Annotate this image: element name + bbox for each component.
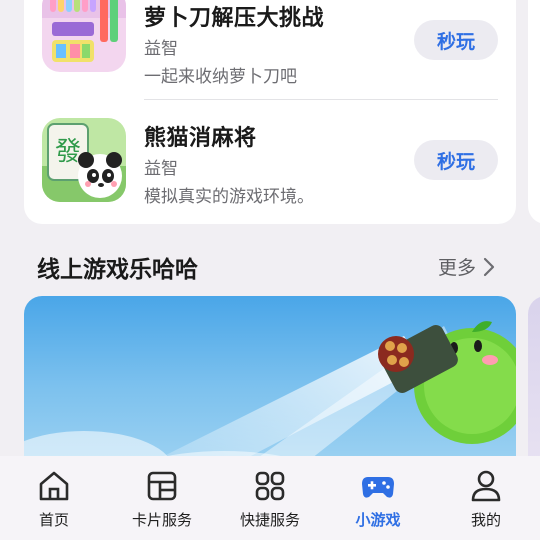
instant-play-button[interactable]: 秒玩 (414, 20, 498, 60)
svg-text:發: 發 (55, 137, 81, 167)
tab-label: 我的 (470, 511, 501, 529)
game-title: 熊猫消麻将 (144, 126, 257, 151)
chevron-right-icon (483, 257, 495, 276)
next-card-peek[interactable] (528, 0, 540, 224)
game-item-radish-knife[interactable]: 萝卜刀解压大挑战 益智 一起来收纳萝卜刀吧 秒玩 (24, 0, 516, 100)
tab-quick-services[interactable]: 快捷服务 (220, 468, 320, 530)
tab-card-services[interactable]: 卡片服务 (112, 468, 212, 530)
game-category: 益智 (144, 159, 178, 179)
tab-me[interactable]: 我的 (436, 468, 536, 530)
person-icon (471, 470, 501, 502)
tab-label: 快捷服务 (239, 511, 300, 529)
section-title: 线上游戏乐哈哈 (37, 257, 198, 283)
instant-play-button[interactable]: 秒玩 (414, 140, 498, 180)
more-link[interactable]: 更多 (438, 253, 496, 280)
game-item-panda-mahjong[interactable]: 發 熊猫消麻将 益智 模拟真实的游戏环境。 秒玩 (24, 100, 516, 210)
game-description: 模拟真实的游戏环境。 (144, 187, 314, 207)
tab-label: 卡片服务 (131, 511, 192, 529)
gamepad-icon (362, 477, 394, 498)
game-list-card: 萝卜刀解压大挑战 益智 一起来收纳萝卜刀吧 秒玩 發 熊猫消麻将 益智 模拟真实… (24, 0, 516, 224)
tab-label: 首页 (38, 511, 69, 529)
grid-icon (255, 471, 285, 501)
home-icon (39, 471, 69, 501)
cards-icon (147, 471, 177, 501)
radish-knife-icon[interactable] (42, 0, 126, 72)
tab-mini-games[interactable]: 小游戏 (328, 468, 428, 530)
bottom-tab-bar: 首页 卡片服务 快捷服务 小游戏 我的 (0, 456, 540, 540)
panda-mahjong-icon[interactable]: 發 (42, 118, 126, 202)
game-category: 益智 (144, 39, 178, 59)
more-label: 更多 (438, 257, 477, 279)
game-description: 一起来收纳萝卜刀吧 (144, 67, 297, 87)
game-title: 萝卜刀解压大挑战 (144, 6, 325, 31)
tab-label: 小游戏 (355, 511, 401, 529)
tab-home[interactable]: 首页 (4, 468, 104, 530)
